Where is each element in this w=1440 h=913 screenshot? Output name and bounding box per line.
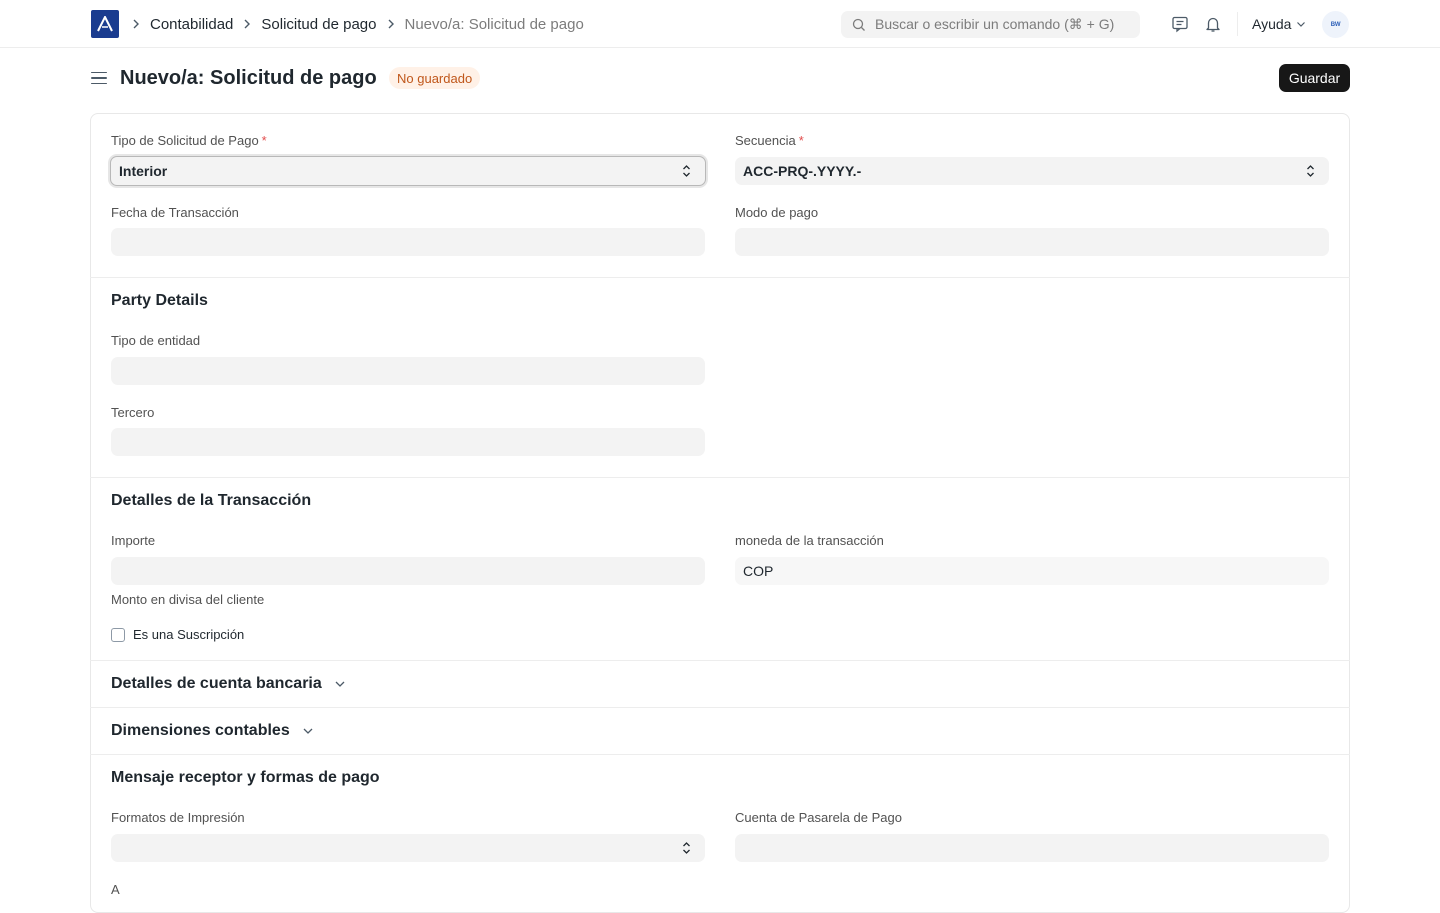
to-label: A xyxy=(111,882,120,897)
series-label: Secuencia * xyxy=(735,133,804,148)
breadcrumb-item-contabilidad[interactable]: Contabilidad xyxy=(150,16,233,33)
currency-label: moneda de la transacción xyxy=(735,533,884,548)
print-format-label: Formatos de Impresión xyxy=(111,810,245,825)
avatar[interactable]: BW xyxy=(1322,11,1349,38)
transaction-details-heading: Detalles de la Transacción xyxy=(111,492,312,509)
select-arrows-icon xyxy=(1306,164,1315,178)
amount-input[interactable] xyxy=(111,557,705,585)
currency-input[interactable]: COP xyxy=(735,557,1329,585)
party-details-heading: Party Details xyxy=(111,292,208,309)
page-title: Nuevo/a: Solicitud de pago xyxy=(120,67,377,89)
bank-details-heading: Detalles de cuenta bancaria xyxy=(111,675,322,692)
section-divider xyxy=(90,277,1350,278)
payment-request-type-select[interactable]: Interior xyxy=(110,156,706,186)
gateway-account-label: Cuenta de Pasarela de Pago xyxy=(735,810,902,825)
message-section-heading: Mensaje receptor y formas de pago xyxy=(111,769,380,786)
bank-details-section-toggle[interactable]: Detalles de cuenta bancaria xyxy=(111,675,346,693)
help-dropdown[interactable]: Ayuda xyxy=(1252,0,1306,48)
section-divider xyxy=(90,477,1350,478)
amount-label: Importe xyxy=(111,533,156,548)
chevron-down-icon xyxy=(1296,19,1306,29)
chevron-down-icon xyxy=(302,725,314,737)
top-navbar: Contabilidad Solicitud de pago Nuevo/a: … xyxy=(0,0,1440,48)
help-label: Ayuda xyxy=(1252,16,1292,32)
sidebar-toggle-icon[interactable] xyxy=(91,68,109,88)
select-arrows-icon xyxy=(682,164,691,178)
party-label: Tercero xyxy=(111,405,155,420)
section-divider xyxy=(90,754,1350,755)
subscription-checkbox[interactable] xyxy=(111,628,125,642)
search-input[interactable]: Buscar o escribir un comando (⌘ + G) xyxy=(841,11,1140,38)
bell-icon[interactable] xyxy=(1203,14,1223,34)
print-format-select[interactable] xyxy=(111,834,705,862)
payment-request-type-value: Interior xyxy=(119,163,168,179)
chevron-right-icon xyxy=(386,19,396,29)
select-arrows-icon xyxy=(682,841,691,855)
party-type-label: Tipo de entidad xyxy=(111,333,201,348)
mode-of-payment-label: Modo de pago xyxy=(735,205,819,220)
chat-icon[interactable] xyxy=(1170,14,1190,34)
section-divider xyxy=(90,660,1350,661)
mode-of-payment-input[interactable] xyxy=(735,228,1329,256)
breadcrumb-item-current[interactable]: Nuevo/a: Solicitud de pago xyxy=(405,16,584,33)
breadcrumb: Contabilidad Solicitud de pago Nuevo/a: … xyxy=(131,0,593,48)
accounting-dimensions-section-toggle[interactable]: Dimensiones contables xyxy=(111,722,314,740)
transaction-date-label: Fecha de Transacción xyxy=(111,205,239,220)
save-button[interactable]: Guardar xyxy=(1279,64,1350,92)
party-input[interactable] xyxy=(111,428,705,456)
search-placeholder: Buscar o escribir un comando (⌘ + G) xyxy=(875,16,1115,32)
status-badge: No guardado xyxy=(389,67,481,89)
chevron-right-icon xyxy=(242,19,252,29)
search-icon xyxy=(852,18,866,32)
grand-total-label: Monto en divisa del cliente xyxy=(111,592,265,607)
subscription-label[interactable]: Es una Suscripción xyxy=(133,627,244,642)
party-type-input[interactable] xyxy=(111,357,705,385)
breadcrumb-item-solicitud-de-pago[interactable]: Solicitud de pago xyxy=(261,16,376,33)
gateway-account-input[interactable] xyxy=(735,834,1329,862)
navbar-divider xyxy=(1237,12,1238,36)
series-value: ACC-PRQ-.YYYY.- xyxy=(743,163,862,179)
accounting-dimensions-heading: Dimensiones contables xyxy=(111,722,290,739)
section-divider xyxy=(90,707,1350,708)
series-select[interactable]: ACC-PRQ-.YYYY.- xyxy=(735,157,1329,185)
chevron-right-icon xyxy=(131,19,141,29)
payment-request-type-label: Tipo de Solicitud de Pago * xyxy=(111,133,267,148)
transaction-date-input[interactable] xyxy=(111,228,705,256)
chevron-down-icon xyxy=(334,678,346,690)
app-logo-icon[interactable] xyxy=(91,10,119,38)
